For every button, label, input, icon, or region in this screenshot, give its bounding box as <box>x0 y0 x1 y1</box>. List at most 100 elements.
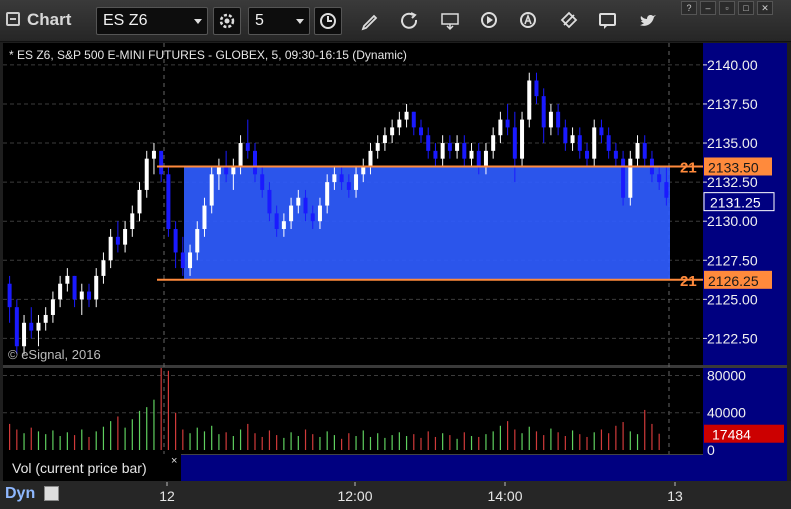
candle-body <box>592 127 597 159</box>
candle-body <box>426 135 431 151</box>
candle-body <box>599 127 604 136</box>
candle-body <box>382 135 387 144</box>
y-axis-tick-label: 2127.50 <box>707 252 758 268</box>
candle-body <box>216 166 221 175</box>
candle-body <box>281 221 286 230</box>
candle-body <box>447 143 452 151</box>
level-marker: 21 <box>680 273 697 290</box>
candle-body <box>14 307 19 347</box>
volume-axis-tick-label: 0 <box>707 442 715 458</box>
volume-axis-tick-label: 40000 <box>707 405 746 421</box>
candle-body <box>94 275 99 300</box>
candle-body <box>339 174 344 183</box>
candle-body <box>585 150 589 159</box>
candle-body <box>144 158 149 190</box>
volume-value-label: 17484 <box>712 427 751 443</box>
y-axis-tick-label: 2137.50 <box>707 96 758 112</box>
candle-body <box>209 174 214 206</box>
candle-body <box>325 182 330 206</box>
candle-body <box>87 291 91 300</box>
x-axis-tick-label: 12:00 <box>337 488 372 504</box>
candle-body <box>657 174 662 183</box>
x-axis-tick-label: 12 <box>159 488 175 504</box>
candle-body <box>72 275 77 300</box>
level-price-label: 2133.50 <box>708 159 759 175</box>
candle-body <box>411 111 416 128</box>
candle-body <box>440 143 445 159</box>
candle-body <box>274 213 279 230</box>
candle-body <box>621 158 626 198</box>
candle-body <box>332 174 337 183</box>
candle-body <box>628 158 633 198</box>
candle-body <box>260 174 265 190</box>
candle-body <box>123 229 128 245</box>
chart-info-header: * ES Z6, S&P 500 E-MINI FUTURES - GLOBEX… <box>9 48 407 62</box>
candle-body <box>130 213 135 230</box>
candle-body <box>224 166 229 175</box>
copyright-text: © eSignal, 2016 <box>8 347 101 362</box>
candle-body <box>483 150 488 167</box>
candle-body <box>527 80 532 120</box>
candle-body <box>7 283 12 308</box>
candle-body <box>541 96 546 128</box>
candle-body <box>58 283 63 300</box>
level-price-label: 2126.25 <box>708 273 759 289</box>
candle-body <box>65 275 70 284</box>
candle-body <box>36 322 41 331</box>
candle-body <box>469 150 474 159</box>
level-marker: 21 <box>680 159 697 176</box>
candle-body <box>534 80 539 97</box>
candle-body <box>159 150 164 175</box>
candle-body <box>108 236 113 261</box>
candle-body <box>642 143 647 159</box>
candle-body <box>361 166 366 175</box>
candlestick-chart: 21 2133.50 21 2126.25 2140.00 2137.50 2135.00 2… <box>3 43 784 504</box>
volume-axis-tick-label: 80000 <box>707 367 746 383</box>
candle-body <box>50 299 55 315</box>
candle-body <box>563 127 568 144</box>
candle-body <box>43 314 48 323</box>
candle-body <box>455 143 460 151</box>
candle-body <box>151 150 156 159</box>
candle-body <box>115 236 120 245</box>
candle-body <box>310 213 315 222</box>
candle-body <box>188 252 193 269</box>
candle-body <box>613 150 618 159</box>
candle-body <box>245 143 250 151</box>
candle-body <box>101 260 106 276</box>
current-price-label: 2131.25 <box>710 195 761 211</box>
candle-body <box>166 174 171 230</box>
candle-body <box>491 135 496 151</box>
candle-body <box>137 189 142 214</box>
candle-body <box>520 119 525 159</box>
candle-body <box>79 291 84 300</box>
candle-body <box>22 322 27 347</box>
candle-body <box>476 150 481 167</box>
candle-body <box>577 135 582 151</box>
y-axis-tick-label: 2125.00 <box>707 291 758 307</box>
candle-body <box>202 205 207 230</box>
lock-icon[interactable] <box>44 486 59 501</box>
candle-body <box>317 205 322 222</box>
candle-body <box>433 150 438 159</box>
candle-body <box>29 322 34 331</box>
candle-body <box>303 197 308 214</box>
candle-body <box>354 174 359 190</box>
candle-body <box>180 252 185 269</box>
candle-body <box>397 119 402 128</box>
candle-body <box>635 143 640 159</box>
candle-body <box>548 111 553 128</box>
x-axis-tick-label: 14:00 <box>487 488 522 504</box>
y-axis-tick-label: 2132.50 <box>707 174 758 190</box>
candle-body <box>606 135 611 151</box>
candle-body <box>368 150 373 167</box>
y-axis-tick-label: 2130.00 <box>707 213 758 229</box>
candle-body <box>289 205 294 222</box>
candle-body <box>253 150 257 175</box>
candle-body <box>375 143 380 151</box>
candle-body <box>267 189 272 214</box>
candle-body <box>296 197 301 206</box>
candle-body <box>238 143 243 167</box>
candle-body <box>231 166 236 175</box>
dynamic-mode-label[interactable]: Dyn <box>5 485 35 503</box>
